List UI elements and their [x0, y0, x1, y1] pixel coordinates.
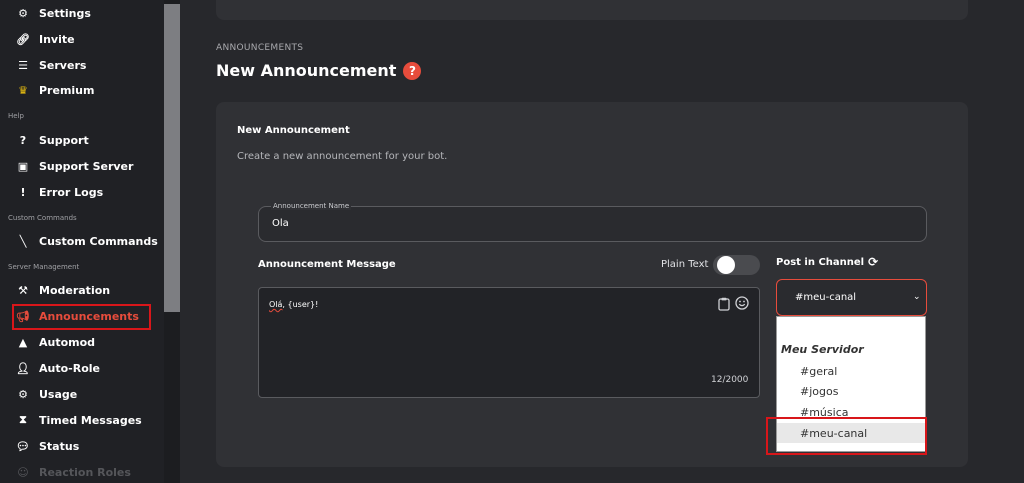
section-label-custom-commands: Custom Commands: [8, 214, 77, 222]
dropdown-group-label: Meu Servidor: [781, 343, 864, 356]
sidebar-item-label: Usage: [39, 387, 78, 401]
announcement-name-value[interactable]: Ola: [272, 218, 289, 229]
sidebar-item-label: Status: [39, 439, 80, 453]
sidebar-item-label: Auto-Role: [39, 361, 100, 375]
link-icon: 🔗︎: [16, 32, 30, 46]
sidebar-item-moderation[interactable]: ⚒ Moderation: [16, 280, 110, 300]
sidebar-item-label: Settings: [39, 6, 91, 20]
section-label-server-management: Server Management: [8, 263, 80, 271]
chevron-down-icon[interactable]: ⌄: [913, 292, 921, 302]
robot-icon: ▲: [18, 335, 28, 349]
refresh-icon[interactable]: ⟳: [868, 255, 878, 269]
annotation-highlight-selected-channel: [766, 417, 927, 455]
sidebar-item-reaction-roles[interactable]: ☺ Reaction Roles: [16, 462, 131, 482]
hourglass-icon: ⧗: [19, 413, 27, 426]
cogs-icon: ⚙: [18, 387, 28, 401]
sidebar-item-error-logs[interactable]: ! Error Logs: [16, 182, 103, 202]
sidebar-item-timed-messages[interactable]: ⧗ Timed Messages: [16, 410, 142, 430]
announcement-name-field[interactable]: [258, 206, 927, 242]
breadcrumb: ANNOUNCEMENTS: [216, 43, 304, 53]
sidebar-item-label: Timed Messages: [39, 413, 142, 427]
sidebar-item-auto-role[interactable]: 👤︎ Auto-Role: [16, 358, 100, 378]
sidebar-item-servers[interactable]: ☰ Servers: [16, 55, 86, 75]
slash-icon: ╲: [19, 234, 27, 248]
sidebar-item-usage[interactable]: ⚙ Usage: [16, 384, 77, 404]
announcement-name-label: Announcement Name: [271, 202, 352, 210]
message-rest: , {user}!: [282, 300, 319, 309]
sidebar: ⚙ Settings 🔗︎ Invite ☰ Servers ♛ Premium…: [0, 0, 164, 483]
page-title: New Announcement ?: [216, 61, 422, 80]
sidebar-item-label: Support: [39, 133, 89, 147]
user-plus-icon: 👤︎: [16, 361, 30, 375]
announcement-message-text[interactable]: Olá, {user}!: [269, 300, 318, 309]
discord-icon: ▣: [17, 159, 29, 173]
sidebar-item-status[interactable]: 💬︎ Status: [16, 436, 79, 456]
question-circle-icon: ?: [19, 133, 27, 147]
card-title: New Announcement: [237, 125, 350, 136]
post-in-channel-text: Post in Channel: [776, 256, 865, 268]
crown-icon: ♛: [18, 83, 28, 97]
sidebar-item-label: Custom Commands: [39, 234, 158, 248]
sidebar-item-label: Servers: [39, 58, 87, 72]
character-count: 12/2000: [711, 375, 749, 385]
sidebar-item-label: Moderation: [39, 283, 111, 297]
sidebar-item-label: Invite: [39, 32, 75, 46]
message-typo-word: Olá: [269, 300, 283, 309]
sidebar-item-invite[interactable]: 🔗︎ Invite: [16, 29, 75, 49]
hammer-icon: ⚒: [18, 283, 28, 297]
page-title-text: New Announcement: [216, 61, 397, 80]
sidebar-item-automod[interactable]: ▲ Automod: [16, 332, 95, 352]
sidebar-item-label: Support Server: [39, 159, 134, 173]
servers-icon: ☰: [18, 58, 28, 72]
dropdown-option[interactable]: #geral: [777, 361, 925, 381]
sidebar-item-label: Premium: [39, 83, 95, 97]
clipboard-icon[interactable]: [718, 297, 732, 313]
annotation-highlight-announcements: [12, 304, 151, 330]
sidebar-item-label: Reaction Roles: [39, 465, 131, 479]
sidebar-scrollbar-thumb[interactable]: [164, 4, 180, 312]
section-label-help: Help: [8, 112, 24, 120]
card-description: Create a new announcement for your bot.: [237, 151, 448, 162]
gear-icon: ⚙: [18, 6, 28, 20]
exclamation-circle-icon: !: [20, 185, 26, 199]
chat-icon: 💬︎: [16, 439, 30, 453]
plain-text-label: Plain Text: [661, 259, 709, 270]
sidebar-item-label: Error Logs: [39, 185, 104, 199]
dropdown-option[interactable]: #jogos: [777, 381, 925, 401]
announcement-message-input[interactable]: [258, 287, 760, 398]
channel-select-value: #meu-canal: [795, 292, 857, 303]
sidebar-item-support-server[interactable]: ▣ Support Server: [16, 156, 134, 176]
smile-icon: ☺: [17, 465, 29, 479]
previous-card: [216, 0, 968, 20]
post-in-channel-label: Post in Channel ⟳: [776, 255, 878, 269]
help-icon[interactable]: ?: [403, 61, 422, 80]
sidebar-item-support[interactable]: ? Support: [16, 130, 89, 150]
announcement-message-label: Announcement Message: [258, 259, 396, 270]
sidebar-item-settings[interactable]: ⚙ Settings: [16, 3, 91, 23]
sidebar-item-premium[interactable]: ♛ Premium: [16, 80, 94, 100]
sidebar-item-label: Automod: [39, 335, 96, 349]
sidebar-item-custom-commands[interactable]: ╲ Custom Commands: [16, 231, 158, 251]
plain-text-toggle-knob[interactable]: [717, 256, 735, 274]
emoji-icon[interactable]: [735, 296, 751, 312]
